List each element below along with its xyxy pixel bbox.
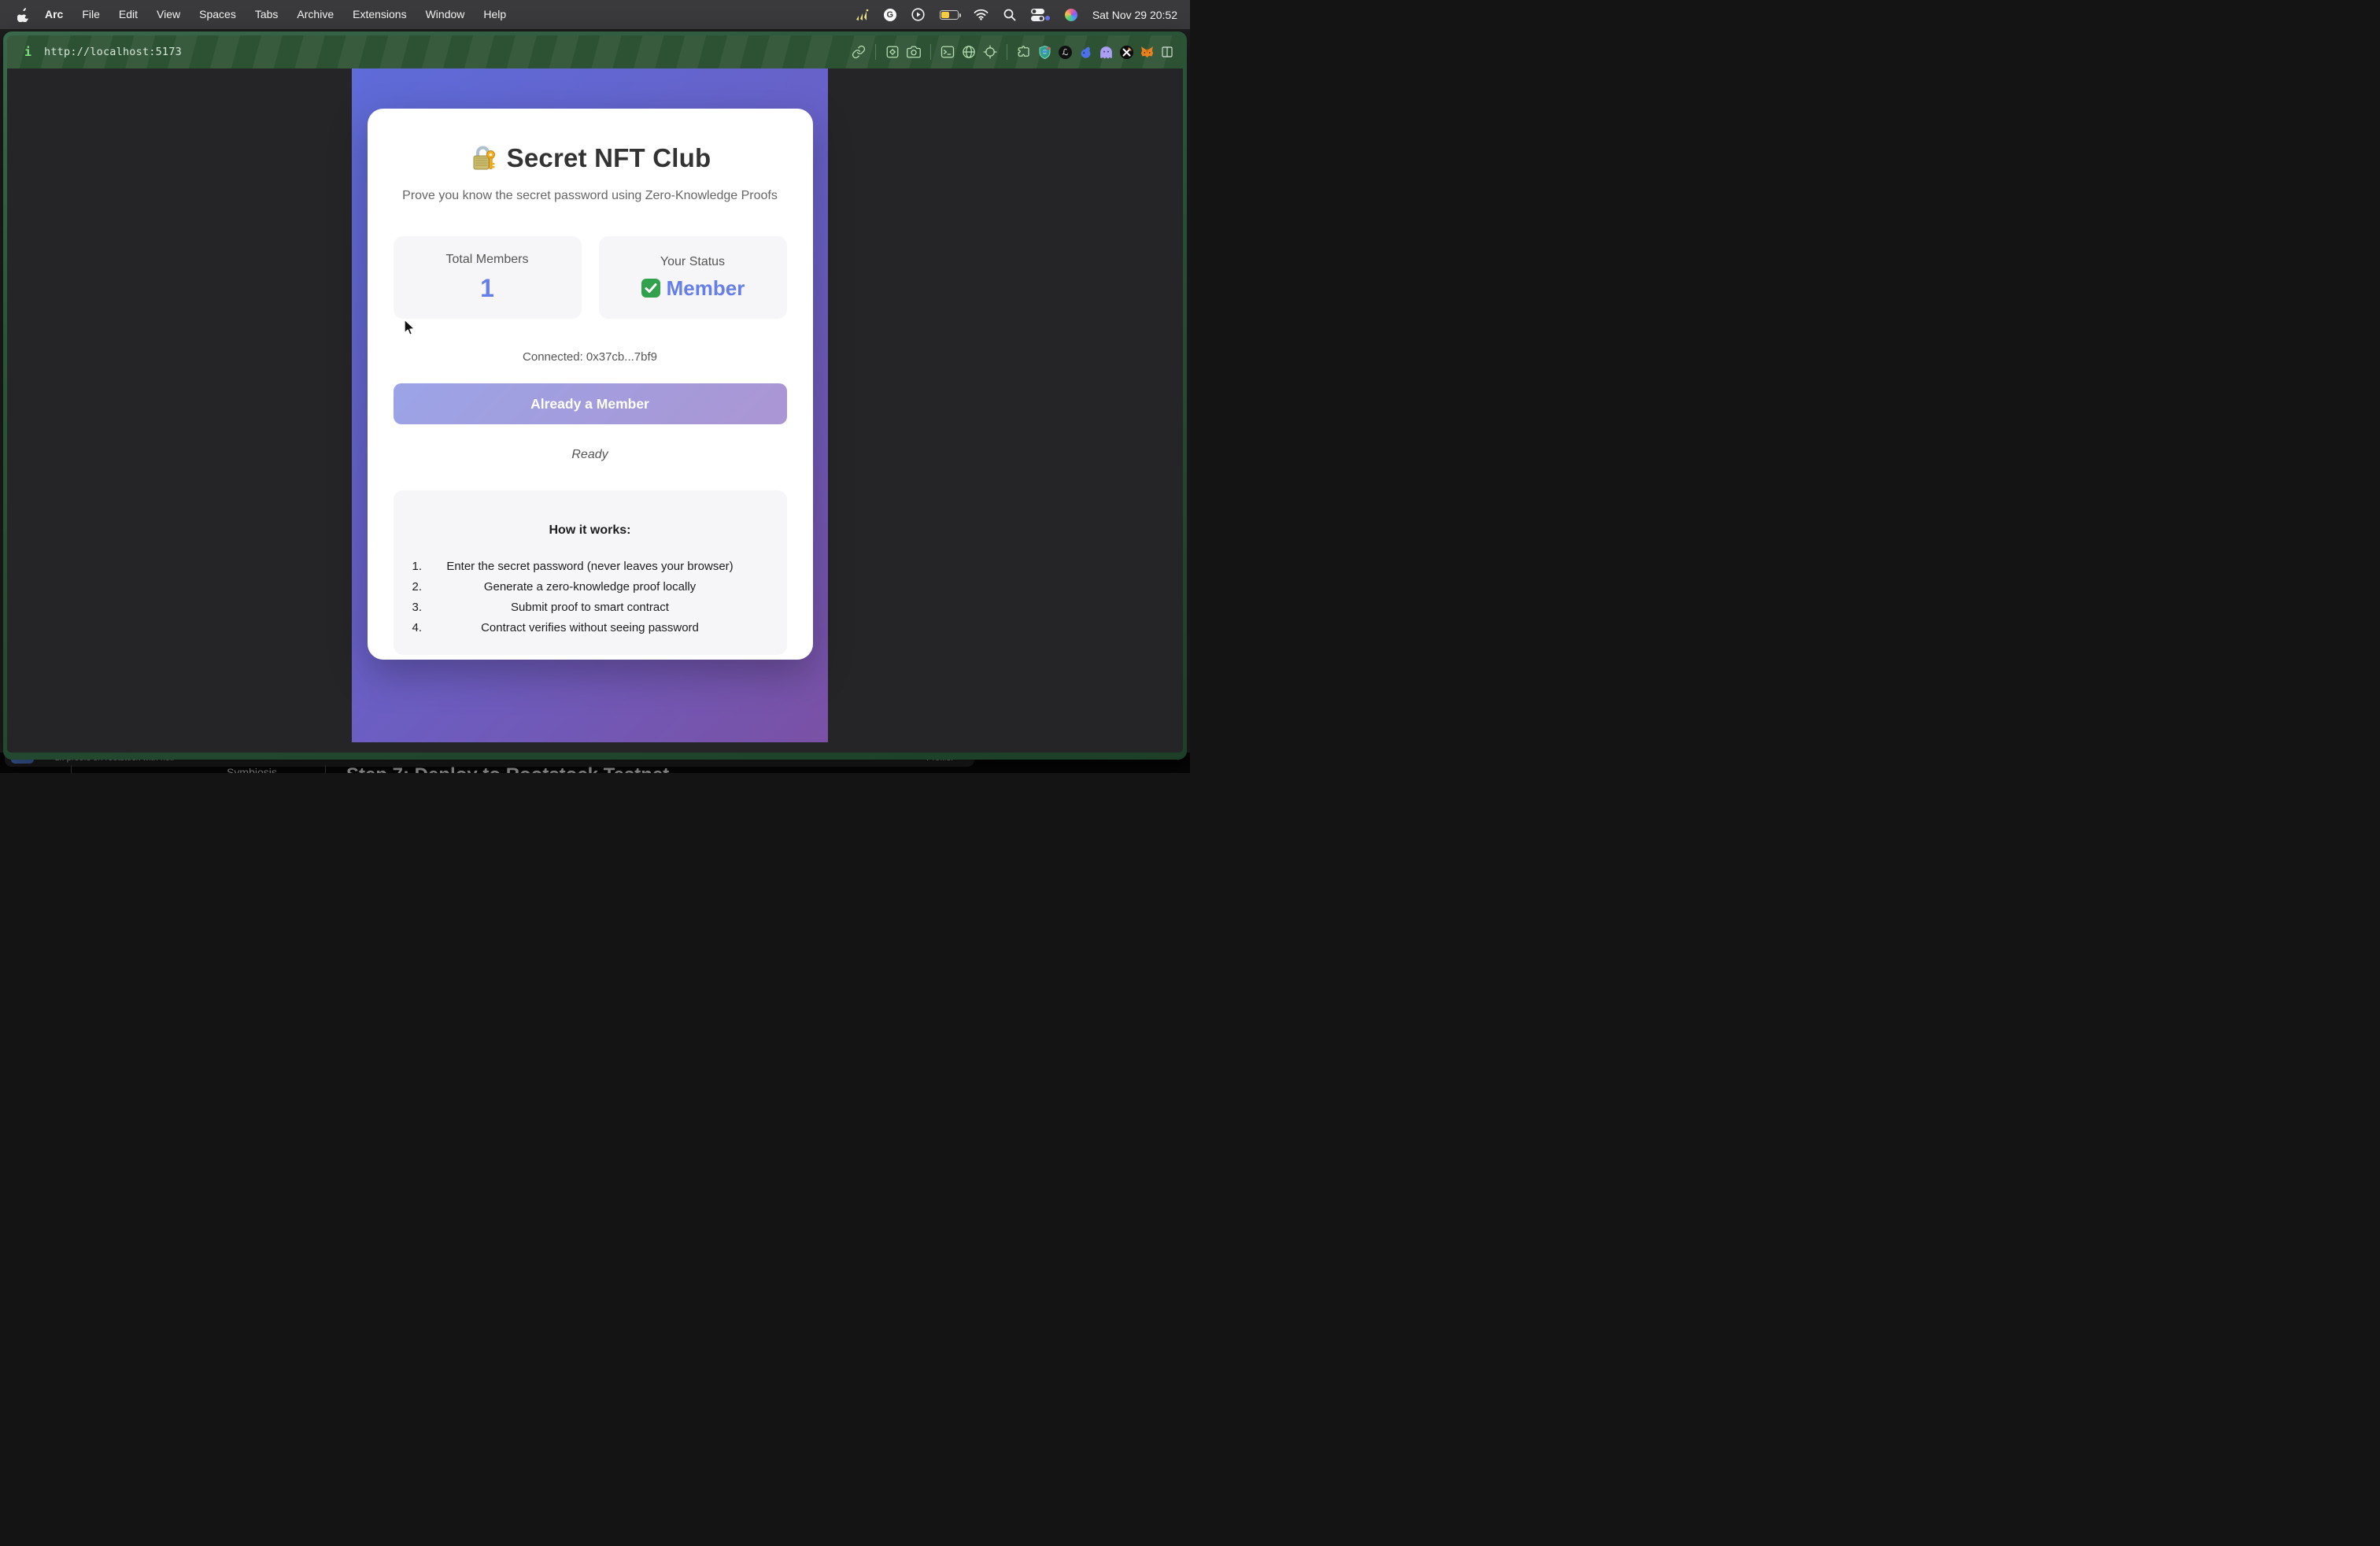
step-text: Contract verifies without seeing passwor… [394,618,787,638]
menu-window[interactable]: Window [417,0,474,29]
step-number: 1. [412,557,423,577]
browser-content: Secret NFT Club Prove you know the secre… [7,68,1183,753]
how-it-works-box: How it works: 1. Enter the secret passwo… [394,490,787,655]
copy-link-icon[interactable] [852,45,866,59]
toolbar-separator [930,44,931,60]
menu-archive[interactable]: Archive [288,0,342,29]
page-title: Secret NFT Club [394,143,787,173]
divider [71,765,72,773]
stat-label: Total Members [446,253,529,267]
step-3: 3. Submit proof to smart contract [394,597,787,618]
status-text: Ready [394,448,787,462]
target-icon[interactable] [983,45,997,59]
menu-tabs[interactable]: Tabs [246,0,287,29]
menu-edit[interactable]: Edit [110,0,146,29]
privacy-shield-icon[interactable] [1038,46,1051,59]
secret-nft-club-page: Secret NFT Club Prove you know the secre… [352,68,828,742]
wifi-icon[interactable] [974,8,989,22]
url-bar[interactable]: i http://localhost:5173 [7,35,1183,68]
check-mark-icon [641,278,661,298]
step-number: 3. [412,597,423,618]
stocks-chart-icon[interactable] [855,8,869,22]
browser-toolbar-icons: ℒ [852,44,1173,60]
globe-icon[interactable] [962,45,976,59]
address-url[interactable]: http://localhost:5173 [44,46,182,58]
step-number: 2. [412,577,423,597]
site-info-icon[interactable]: i [24,45,31,59]
step-text: Enter the secret password (never leaves … [394,557,787,577]
macos-menu-bar: Arc File Edit View Spaces Tabs Archive E… [0,0,1190,29]
connected-address: Connected: 0x37cb...7bf9 [394,350,787,364]
already-member-button[interactable]: Already a Member [394,383,787,424]
menu-file[interactable]: File [73,0,109,29]
page-subtitle: Prove you know the secret password using… [394,189,787,203]
how-it-works-steps: 1. Enter the secret password (never leav… [394,557,787,638]
stats-row: Total Members 1 Your Status Member [394,236,787,319]
how-it-works-title: How it works: [394,523,787,538]
battery-icon[interactable] [940,8,959,22]
siri-icon[interactable] [1065,9,1077,21]
step-2: 2. Generate a zero-knowledge proof local… [394,577,787,597]
terminal-icon[interactable] [941,45,955,59]
mouse-cursor [401,318,416,341]
spotlight-search-icon[interactable] [1003,8,1016,22]
stat-label: Your Status [660,255,725,269]
menu-bar-clock[interactable]: Sat Nov 29 20:52 [1092,9,1177,21]
menu-view[interactable]: View [148,0,189,29]
rabbit-wallet-icon[interactable] [1079,46,1092,59]
step-1: 1. Enter the secret password (never leav… [394,557,787,577]
toolbar-separator [875,44,876,60]
screenshot-icon[interactable] [885,45,900,59]
background-doc-tab-title[interactable]: Symbiosis [150,766,354,773]
x-app-icon[interactable] [1120,46,1133,59]
step-4: 4. Contract verifies without seeing pass… [394,618,787,638]
your-status-stat: Your Status Member [599,236,787,319]
menu-extensions[interactable]: Extensions [344,0,415,29]
apple-menu[interactable] [11,8,35,22]
extensions-puzzle-icon[interactable] [1017,45,1031,59]
arc-browser-window: i http://localhost:5173 [3,31,1187,760]
total-members-value: 1 [480,274,494,303]
locked-with-key-icon [469,144,497,172]
camera-icon[interactable] [907,45,921,59]
step-text: Generate a zero-knowledge proof locally [394,577,787,597]
step-text: Submit proof to smart contract [394,597,787,618]
page-title-text: Secret NFT Club [507,143,711,173]
menu-app-name[interactable]: Arc [36,0,72,29]
grammarly-icon[interactable]: G [884,9,896,21]
total-members-stat: Total Members 1 [394,236,582,319]
step-number: 4. [412,618,423,638]
apple-icon [17,8,29,22]
play-circle-icon[interactable] [911,8,925,22]
background-doc-heading: Step 7: Deploy to Rootstock Testnet [346,764,669,773]
menu-help[interactable]: Help [475,0,515,29]
control-center-icon[interactable] [1031,8,1050,22]
split-view-icon[interactable] [1161,45,1173,59]
loom-icon[interactable]: ℒ [1059,46,1072,59]
desktop: Arc File Edit View Spaces Tabs Archive E… [0,0,1190,773]
phantom-wallet-icon[interactable] [1099,46,1113,59]
member-status-value: Member [667,276,745,301]
metamask-icon[interactable] [1140,46,1154,59]
zk-membership-card: Secret NFT Club Prove you know the secre… [368,109,813,660]
menu-spaces[interactable]: Spaces [190,0,245,29]
